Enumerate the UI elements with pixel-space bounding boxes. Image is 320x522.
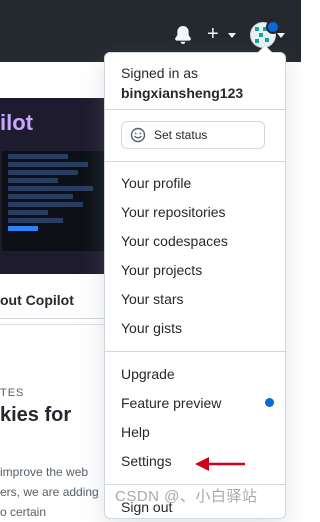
notification-dot (266, 20, 280, 34)
menu-pointer-inner (258, 46, 272, 53)
username[interactable]: bingxiansheng123 (121, 85, 243, 101)
signed-in-label: Signed in as (121, 65, 199, 81)
menu-item-your-profile[interactable]: Your profile (121, 175, 191, 191)
copilot-hero-card[interactable]: ilot out Copilot (0, 98, 104, 319)
user-dropdown-menu: Signed in as bingxiansheng123 Set status… (104, 45, 286, 519)
section-kicker: TES (0, 387, 25, 399)
divider (0, 324, 104, 325)
menu-item-your-codespaces[interactable]: Your codespaces (121, 233, 228, 249)
set-status-label: Set status (154, 128, 208, 142)
menu-item-your-gists[interactable]: Your gists (121, 320, 182, 336)
hero-caption-bar: out Copilot (0, 282, 104, 319)
menu-divider (105, 161, 285, 162)
set-status-button[interactable]: Set status (121, 121, 265, 149)
menu-item-upgrade[interactable]: Upgrade (121, 366, 175, 382)
body-line: ers, we are adding (0, 485, 99, 499)
feature-preview-dot (265, 398, 274, 407)
hero-title: ilot (0, 110, 33, 135)
menu-item-your-projects[interactable]: Your projects (121, 262, 202, 278)
menu-item-feature-preview[interactable]: Feature preview (121, 395, 221, 411)
body-line: improve the web (0, 465, 89, 479)
menu-item-settings[interactable]: Settings (121, 453, 172, 469)
menu-item-your-stars[interactable]: Your stars (121, 291, 184, 307)
menu-divider (105, 351, 285, 352)
section-body: improve the web ers, we are adding o cer… (0, 462, 104, 522)
bell-icon[interactable] (174, 26, 192, 44)
body-line: o certain (0, 505, 47, 519)
menu-divider (105, 109, 285, 110)
section-headline: kies for (0, 404, 72, 426)
code-preview-image (2, 151, 104, 251)
menu-item-your-repositories[interactable]: Your repositories (121, 204, 226, 220)
hero-caption: out Copilot (0, 292, 74, 308)
chevron-down-icon[interactable] (277, 33, 285, 38)
menu-item-help[interactable]: Help (121, 424, 150, 440)
smiley-icon (130, 127, 146, 143)
chevron-down-icon[interactable] (228, 33, 236, 38)
watermark: CSDN @、小白驿站 (115, 488, 258, 505)
red-arrow-annotation (195, 457, 245, 471)
create-new-icon[interactable]: + (207, 24, 219, 44)
